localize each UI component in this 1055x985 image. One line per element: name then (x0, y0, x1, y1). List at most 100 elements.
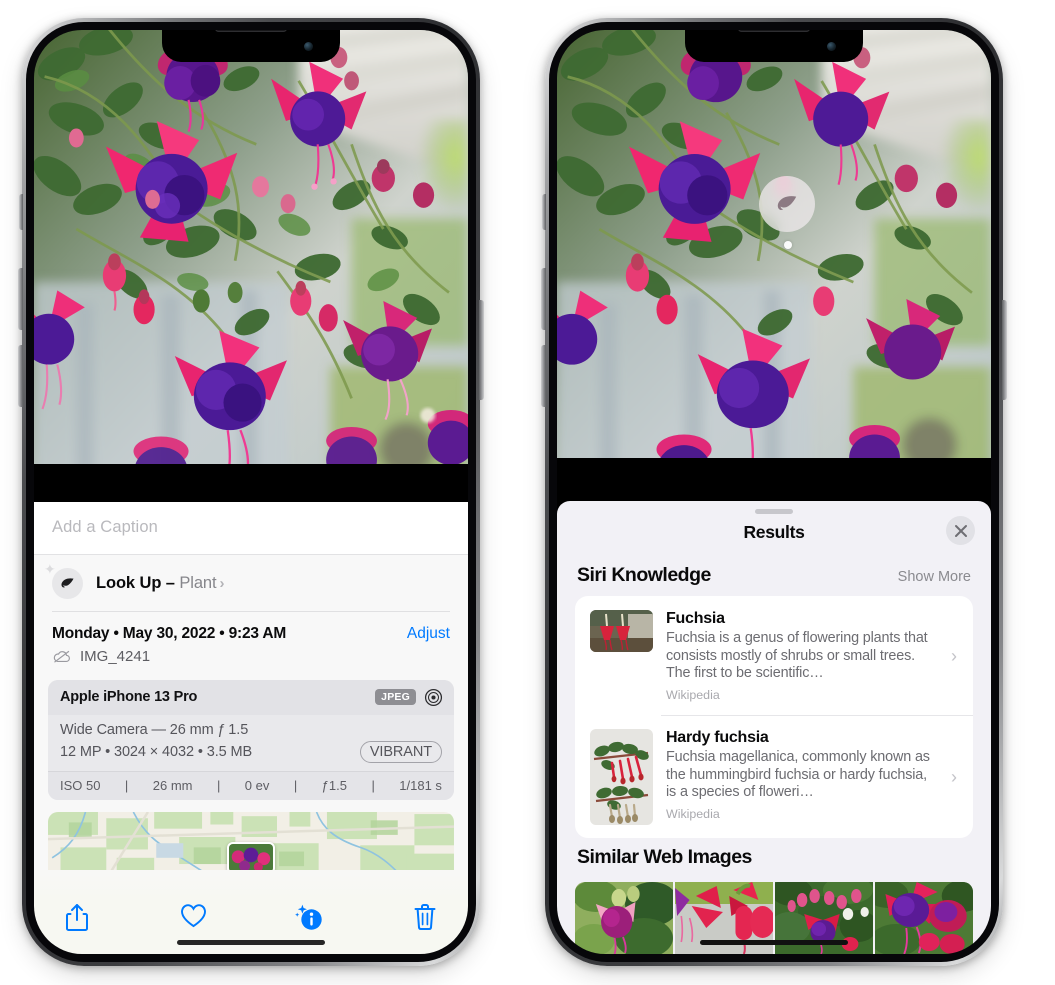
pin-thumbnail (229, 844, 273, 870)
info-sparkle-icon (295, 904, 322, 930)
home-indicator-left[interactable] (177, 940, 325, 945)
home-indicator-right[interactable] (700, 940, 848, 945)
metadata-date-row: Monday • May 30, 2022 • 9:23 AM Adjust (52, 625, 450, 643)
earpiece-speaker-left (215, 30, 287, 32)
lens-info: Wide Camera — 26 mm ƒ 1.5 (60, 721, 249, 738)
web-thumb-1 (575, 882, 673, 954)
fuchsia-photo (34, 30, 468, 464)
screen-left: Add a Caption ✦ Look Up – Plant › Monday… (34, 30, 468, 954)
look-up-label: Look Up – Plant › (96, 574, 224, 593)
web-image-thumbnail[interactable] (875, 882, 973, 954)
exif-stat-aperture: ƒ1.5 (321, 778, 347, 793)
iphone-left: Add a Caption ✦ Look Up – Plant › Monday… (18, 18, 484, 966)
exif-size-row: 12 MP • 3024 × 4032 • 3.5 MB VIBRANT (60, 740, 442, 763)
photographic-style-badge: VIBRANT (359, 740, 442, 763)
icloud-slash-icon (53, 650, 70, 663)
similar-web-images-header: Similar Web Images (557, 838, 991, 878)
share-button[interactable] (60, 903, 94, 935)
close-icon (954, 524, 967, 537)
resolution-info: 12 MP • 3024 × 4032 • 3.5 MB (60, 743, 253, 760)
exif-card[interactable]: Apple iPhone 13 Pro JPEG Wide Camera — 2… (48, 679, 454, 800)
exif-stat-focal: 26 mm (152, 778, 193, 793)
exif-stat-ev: 0 ev (244, 778, 270, 793)
results-sheet: Results Siri Knowledge Show More Fuchsia… (557, 501, 991, 954)
knowledge-title: Hardy fuchsia (666, 729, 769, 746)
notch-left (162, 30, 340, 62)
mute-switch-left[interactable] (19, 194, 23, 230)
knowledge-text: Hardy fuchsia Fuchsia magellanica, commo… (666, 729, 938, 821)
exif-body: Wide Camera — 26 mm ƒ 1.5 12 MP • 3024 ×… (48, 714, 454, 771)
chevron-right-icon: › (219, 574, 225, 592)
info-button[interactable] (292, 903, 326, 935)
power-button-right[interactable] (1002, 300, 1007, 400)
results-header: Results (557, 514, 991, 556)
web-image-thumbnail[interactable] (575, 882, 673, 954)
knowledge-thumbnail (590, 610, 653, 653)
exif-header: Apple iPhone 13 Pro JPEG (48, 679, 454, 715)
siri-knowledge-card: Fuchsia Fuchsia is a genus of flowering … (575, 596, 973, 838)
photo-viewer-right[interactable] (557, 30, 991, 458)
hardy-fuchsia-thumb-image (590, 729, 653, 825)
screenshot-root: Add a Caption ✦ Look Up – Plant › Monday… (0, 0, 1055, 985)
siri-knowledge-header: Siri Knowledge Show More (557, 556, 991, 596)
knowledge-description: Fuchsia magellanica, commonly known as t… (666, 749, 930, 801)
sparkle-icon: ✦ (44, 560, 56, 577)
exif-stat-shutter: 1/181 s (399, 778, 442, 793)
screen-right: Results Siri Knowledge Show More Fuchsia… (557, 30, 991, 954)
notch-right (685, 30, 863, 62)
knowledge-thumbnail (590, 729, 653, 825)
front-camera-left (304, 42, 313, 51)
leaf-glyph (61, 577, 74, 587)
exif-divider: | (124, 778, 129, 793)
look-up-subject: Plant (179, 573, 217, 592)
format-badge: JPEG (375, 688, 416, 706)
earpiece-speaker-right (738, 30, 810, 32)
siri-knowledge-title: Siri Knowledge (577, 564, 711, 587)
iphone-right: Results Siri Knowledge Show More Fuchsia… (541, 18, 1007, 966)
exif-divider: | (216, 778, 221, 793)
volume-up-button-left[interactable] (18, 268, 23, 330)
heart-icon (180, 904, 206, 928)
knowledge-row-fuchsia[interactable]: Fuchsia Fuchsia is a genus of flowering … (575, 596, 973, 715)
show-more-button[interactable]: Show More (898, 569, 971, 585)
aperture-icon (424, 688, 443, 706)
leaf-icon: ✦ (44, 562, 83, 599)
close-button[interactable] (946, 516, 975, 546)
knowledge-row-hardy-fuchsia[interactable]: Hardy fuchsia Fuchsia magellanica, commo… (575, 715, 973, 838)
location-map[interactable] (48, 812, 454, 870)
exif-divider: | (293, 778, 298, 793)
fuchsia-photo-right (557, 30, 991, 458)
knowledge-source: Wikipedia (666, 806, 720, 821)
mute-switch-right[interactable] (542, 194, 546, 230)
look-up-text: Look Up – (96, 573, 180, 592)
delete-button[interactable] (408, 903, 442, 935)
volume-up-button-right[interactable] (541, 268, 546, 330)
metadata-block: Monday • May 30, 2022 • 9:23 AM Adjust I… (34, 612, 468, 674)
exif-stats-row: ISO 50 | 26 mm | 0 ev | ƒ1.5 | 1/181 s (48, 771, 454, 800)
knowledge-description: Fuchsia is a genus of flowering plants t… (666, 630, 928, 682)
power-button-left[interactable] (479, 300, 484, 400)
caption-row[interactable]: Add a Caption (34, 501, 468, 555)
knowledge-text: Fuchsia Fuchsia is a genus of flowering … (666, 610, 938, 702)
exif-stat-iso: ISO 50 (60, 778, 101, 793)
fuchsia-thumb-image (590, 610, 653, 653)
knowledge-source: Wikipedia (666, 688, 720, 702)
trash-icon (414, 904, 436, 930)
visual-look-up-badge[interactable] (759, 176, 815, 232)
volume-down-button-left[interactable] (18, 345, 23, 407)
photo-viewer-left[interactable] (34, 30, 468, 464)
chevron-right-icon: › (951, 766, 957, 787)
adjust-button[interactable]: Adjust (407, 625, 450, 643)
web-thumb-4 (875, 882, 973, 954)
camera-device-name: Apple iPhone 13 Pro (60, 689, 198, 705)
caption-input[interactable]: Add a Caption (52, 518, 450, 537)
photo-info-sheet: Add a Caption ✦ Look Up – Plant › Monday… (34, 501, 468, 954)
volume-down-button-right[interactable] (541, 345, 546, 407)
exif-header-badges: JPEG (375, 688, 443, 707)
front-camera-right (827, 42, 836, 51)
results-title: Results (743, 522, 805, 543)
exif-divider: | (371, 778, 375, 793)
favorite-button[interactable] (176, 903, 210, 935)
share-icon (66, 904, 88, 931)
look-up-row[interactable]: ✦ Look Up – Plant › (34, 555, 468, 612)
